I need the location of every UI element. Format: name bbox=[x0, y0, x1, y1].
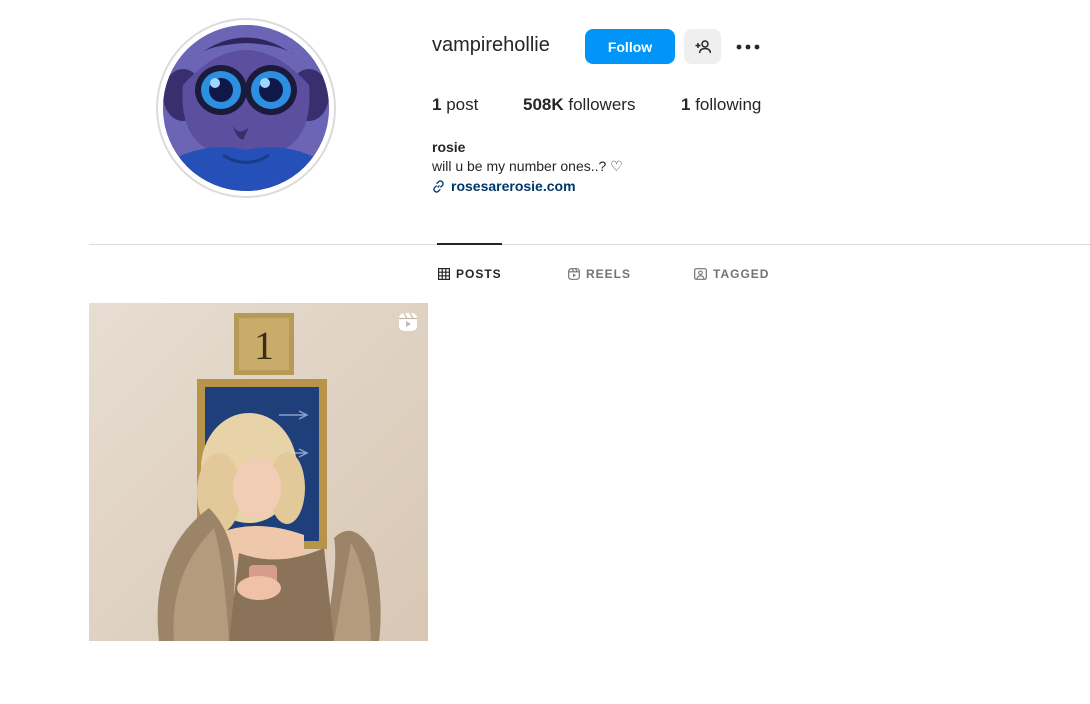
posts-count: 1 bbox=[432, 95, 442, 114]
post-sign-number: 1 bbox=[254, 323, 274, 368]
bio-link[interactable]: rosesarerosie.com bbox=[432, 178, 576, 194]
tab-reels[interactable]: REELS bbox=[568, 267, 631, 281]
following-label: following bbox=[695, 95, 762, 114]
profile-username: vampirehollie bbox=[432, 34, 550, 56]
bio-link-text: rosesarerosie.com bbox=[451, 178, 576, 194]
stat-posts: 1 post bbox=[432, 95, 478, 115]
posts-label: post bbox=[446, 95, 479, 114]
tab-reels-label: REELS bbox=[586, 267, 632, 281]
more-icon bbox=[736, 44, 760, 50]
link-icon bbox=[433, 179, 444, 193]
followers-count: 508K bbox=[523, 95, 564, 114]
suggested-accounts-button[interactable] bbox=[684, 29, 721, 64]
post-thumbnail[interactable]: 1 bbox=[89, 303, 428, 641]
profile-avatar bbox=[163, 25, 329, 191]
following-count: 1 bbox=[681, 95, 691, 114]
tab-tagged[interactable]: TAGGED bbox=[694, 267, 769, 281]
stat-following[interactable]: 1 following bbox=[681, 95, 761, 115]
bio-name: rosie bbox=[432, 139, 466, 155]
profile-avatar-ring[interactable] bbox=[156, 18, 336, 198]
active-tab-indicator bbox=[437, 243, 502, 245]
add-person-icon bbox=[695, 39, 711, 53]
tagged-icon bbox=[694, 268, 707, 280]
followers-label: followers bbox=[568, 95, 636, 114]
more-options-button[interactable] bbox=[732, 34, 764, 60]
tab-posts-label: POSTS bbox=[456, 267, 502, 281]
tabs-divider bbox=[89, 244, 1090, 245]
reel-badge bbox=[398, 312, 418, 337]
reel-badge-icon bbox=[399, 312, 417, 331]
grid-icon bbox=[438, 268, 450, 280]
stat-followers[interactable]: 508K followers bbox=[523, 95, 635, 115]
tab-posts[interactable]: POSTS bbox=[438, 267, 502, 281]
reels-icon bbox=[568, 268, 580, 280]
post-photo: 1 bbox=[89, 303, 428, 641]
bio-text: will u be my number ones..? ♡ bbox=[432, 158, 623, 174]
tab-tagged-label: TAGGED bbox=[713, 267, 770, 281]
follow-button[interactable]: Follow bbox=[585, 29, 675, 64]
